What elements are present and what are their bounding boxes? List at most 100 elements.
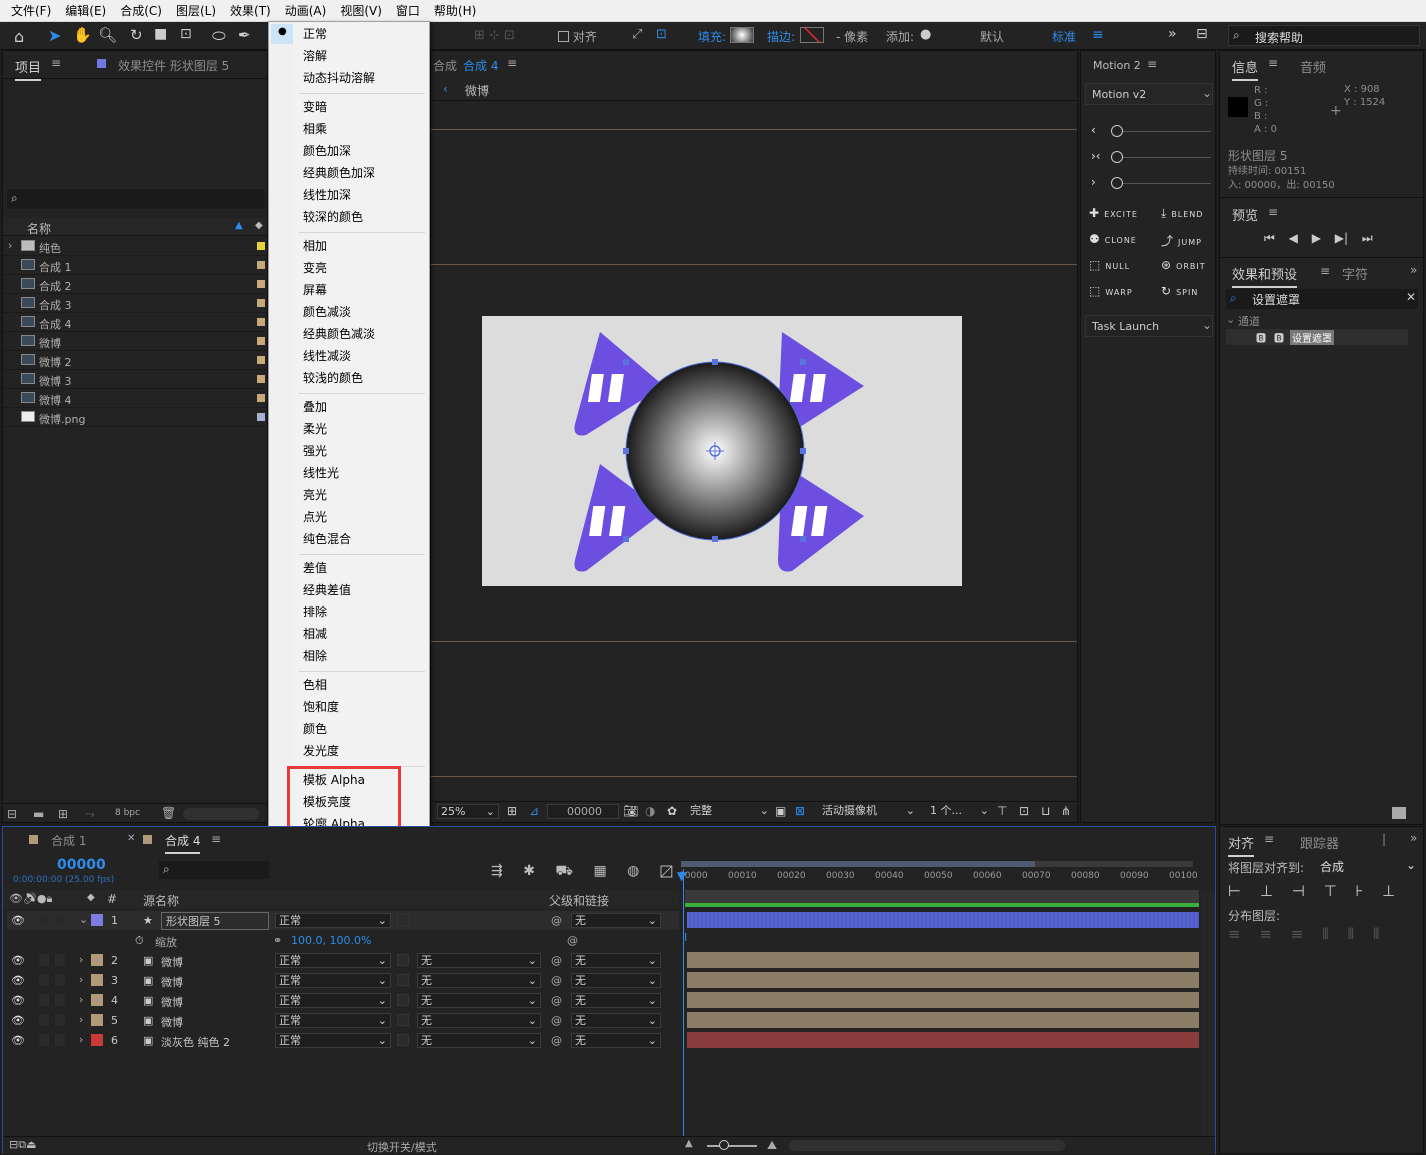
safe-margins-icon[interactable]: ⊿	[529, 804, 539, 818]
parent-dropdown[interactable]: 无 ⌄	[571, 1033, 661, 1048]
blend-mode-item[interactable]: 相减	[303, 624, 327, 644]
menu-3[interactable]: 图层(L)	[169, 2, 223, 19]
blend-mode-item[interactable]: 溶解	[303, 46, 327, 66]
blend-mode-item[interactable]: 屏幕	[303, 280, 327, 300]
blend-mode-item[interactable]: 较浅的颜色	[303, 368, 363, 388]
layer-color-swatch[interactable]	[91, 954, 103, 966]
distribute-top-icon[interactable]: ≡	[1228, 925, 1241, 943]
blend-mode-item[interactable]: 较深的颜色	[303, 207, 363, 227]
distribute-right-icon[interactable]: ⦀	[1373, 925, 1380, 943]
project-item[interactable]: › 纯色	[3, 237, 267, 256]
tab-effects-controls[interactable]: 效果控件 形状图层 5	[118, 57, 229, 74]
blend-mode-item[interactable]: 经典颜色减淡	[303, 324, 375, 344]
label-color-swatch[interactable]	[257, 299, 265, 307]
layer-duration-bar[interactable]	[687, 1032, 1199, 1048]
blend-mode-item[interactable]: 经典颜色加深	[303, 163, 375, 183]
fit-view-icon[interactable]: ⊞	[507, 804, 517, 818]
add-label[interactable]: 添加:	[886, 28, 914, 45]
align-toggle[interactable]: 对齐	[558, 28, 597, 45]
blend-mode-dropdown[interactable]: 正常 ⌄	[275, 953, 391, 968]
motion-button-clone[interactable]: ⚉ CLONE	[1089, 232, 1137, 246]
label-color-swatch[interactable]	[257, 242, 265, 250]
tab-align[interactable]: 对齐	[1228, 833, 1255, 857]
timeline-icon[interactable]: ⊔	[1041, 804, 1050, 818]
thumbnail-slider[interactable]	[183, 808, 259, 820]
zoom-tool-icon[interactable]: 🔍︎	[98, 26, 117, 44]
overflow-chevron-icon[interactable]: »	[1410, 831, 1417, 845]
tab-project[interactable]: 项目	[15, 57, 42, 81]
motion-button-excite[interactable]: ✚ EXCITE	[1089, 206, 1138, 220]
time-ruler[interactable]: 00000 00010 00020 00030 00040 00050 00060 00070…	[679, 859, 1199, 889]
chevron-left-icon[interactable]: ‹	[1091, 123, 1096, 137]
project-item[interactable]: 微博 3	[3, 370, 267, 389]
blend-mode-item[interactable]: 排除	[303, 602, 327, 622]
playhead-icon[interactable]: ▼	[677, 869, 686, 883]
layer-row[interactable]: 👁︎ › 6 ▣ 淡灰色 纯色 2 正常 ⌄ 无 ⌄ @ 无 ⌄	[7, 1031, 679, 1050]
clear-search-icon[interactable]: ✕	[1406, 290, 1416, 304]
distribute-left-icon[interactable]: ⦀	[1322, 925, 1329, 943]
layer-row[interactable]: 👁︎ › 4 ▣ 微博 正常 ⌄ 无 ⌄ @ 无 ⌄	[7, 991, 679, 1010]
project-item[interactable]: 合成 3	[3, 294, 267, 313]
fast-preview-icon[interactable]: ⊡	[1019, 804, 1029, 818]
layer-row[interactable]: 👁︎ › 3 ▣ 微博 正常 ⌄ 无 ⌄ @ 无 ⌄	[7, 971, 679, 990]
blend-mode-item[interactable]: 正常	[303, 24, 327, 44]
menu-8[interactable]: 帮助(H)	[427, 2, 483, 19]
blend-mode-item[interactable]: 动态抖动溶解	[303, 68, 375, 88]
align-top-icon[interactable]: ⊤	[1324, 882, 1337, 900]
lock-toggle[interactable]	[55, 914, 65, 926]
blend-mode-item[interactable]: 经典差值	[303, 580, 351, 600]
blend-mode-item[interactable]: 线性加深	[303, 185, 351, 205]
horizontal-scrollbar[interactable]	[789, 1140, 1065, 1151]
first-frame-icon[interactable]: ⏮	[1264, 231, 1275, 245]
panel-menu-icon[interactable]: ≡	[211, 832, 221, 846]
expand-chevron-icon[interactable]: ›	[79, 993, 83, 1006]
panel-menu-icon[interactable]: ≡	[1268, 56, 1278, 70]
tab-tracker[interactable]: 跟踪器	[1300, 833, 1339, 852]
align-vcenter-icon[interactable]: ⊦	[1355, 882, 1363, 900]
camera-tool-icon[interactable]: ■	[154, 26, 167, 42]
parent-dropdown[interactable]: 无 ⌄	[571, 953, 661, 968]
prev-frame-icon[interactable]: ◀	[1289, 231, 1298, 245]
distribute-bottom-icon[interactable]: ≡	[1291, 925, 1304, 943]
layer-color-swatch[interactable]	[91, 994, 103, 1006]
zoom-in-icon[interactable]: ⛰	[767, 1138, 777, 1153]
lock-toggle[interactable]	[55, 1034, 65, 1046]
project-item[interactable]: 合成 4	[3, 313, 267, 332]
transparency-grid-icon[interactable]: ⊠	[795, 804, 805, 818]
resize-icon[interactable]	[1392, 807, 1406, 819]
current-time[interactable]: 00000	[57, 857, 106, 873]
tab-preview[interactable]: 预览	[1232, 205, 1258, 224]
layer-row[interactable]: 👁︎ ⌄ 1 ★ 形状图层 5 正常 ⌄ @ 无 ⌄	[7, 911, 679, 930]
panel-menu-icon[interactable]: ≡	[1147, 57, 1157, 71]
stroke-swatch[interactable]	[800, 27, 824, 43]
align-hcenter-icon[interactable]: ⊥	[1260, 882, 1273, 900]
toggle-switches-modes[interactable]: 切换开关/模式	[367, 1139, 437, 1155]
selection-tool-icon[interactable]: ➤	[48, 26, 61, 45]
label-color-swatch[interactable]	[257, 337, 265, 345]
flowchart-icon[interactable]: ⋔	[1061, 804, 1071, 818]
bit-depth[interactable]: 8 bpc	[115, 808, 140, 818]
blend-mode-dropdown[interactable]: 正常 ⌄	[275, 1033, 391, 1048]
label-color-swatch[interactable]	[257, 318, 265, 326]
footer-toggle-icons[interactable]: ⊟⧉⏏	[9, 1138, 36, 1152]
menu-0[interactable]: 文件(F)	[4, 2, 58, 19]
effects-search-input[interactable]: ⌕ 设置遮罩 ✕	[1226, 289, 1418, 309]
layer-name[interactable]: 形状图层 5	[161, 912, 269, 930]
overflow-chevron-icon[interactable]: »	[1168, 26, 1177, 42]
add-circle-icon[interactable]: ●	[920, 27, 931, 42]
close-tab-icon[interactable]: ✕	[127, 833, 135, 844]
preserve-transparency-toggle[interactable]	[397, 994, 409, 1006]
layer-name[interactable]: 微博	[161, 1014, 183, 1030]
align-left-icon[interactable]: ⊢	[1228, 882, 1241, 900]
tab-comp-4[interactable]: 合成 4	[165, 832, 201, 854]
play-icon[interactable]: ▶	[1312, 231, 1321, 245]
blend-mode-item[interactable]: 颜色	[303, 719, 327, 739]
camera-dropdown[interactable]: 活动摄像机 ⌄	[819, 804, 915, 819]
distribute-vcenter-icon[interactable]: ≡	[1259, 925, 1272, 943]
blend-mode-item[interactable]: 差值	[303, 558, 327, 578]
solo-toggle[interactable]	[39, 1034, 49, 1046]
pickwhip-icon[interactable]: @	[551, 1034, 562, 1047]
project-item[interactable]: 微博 2	[3, 351, 267, 370]
fill-label[interactable]: 填充:	[698, 28, 726, 45]
motion-button-jump[interactable]: ⤴ JUMP	[1161, 232, 1202, 249]
